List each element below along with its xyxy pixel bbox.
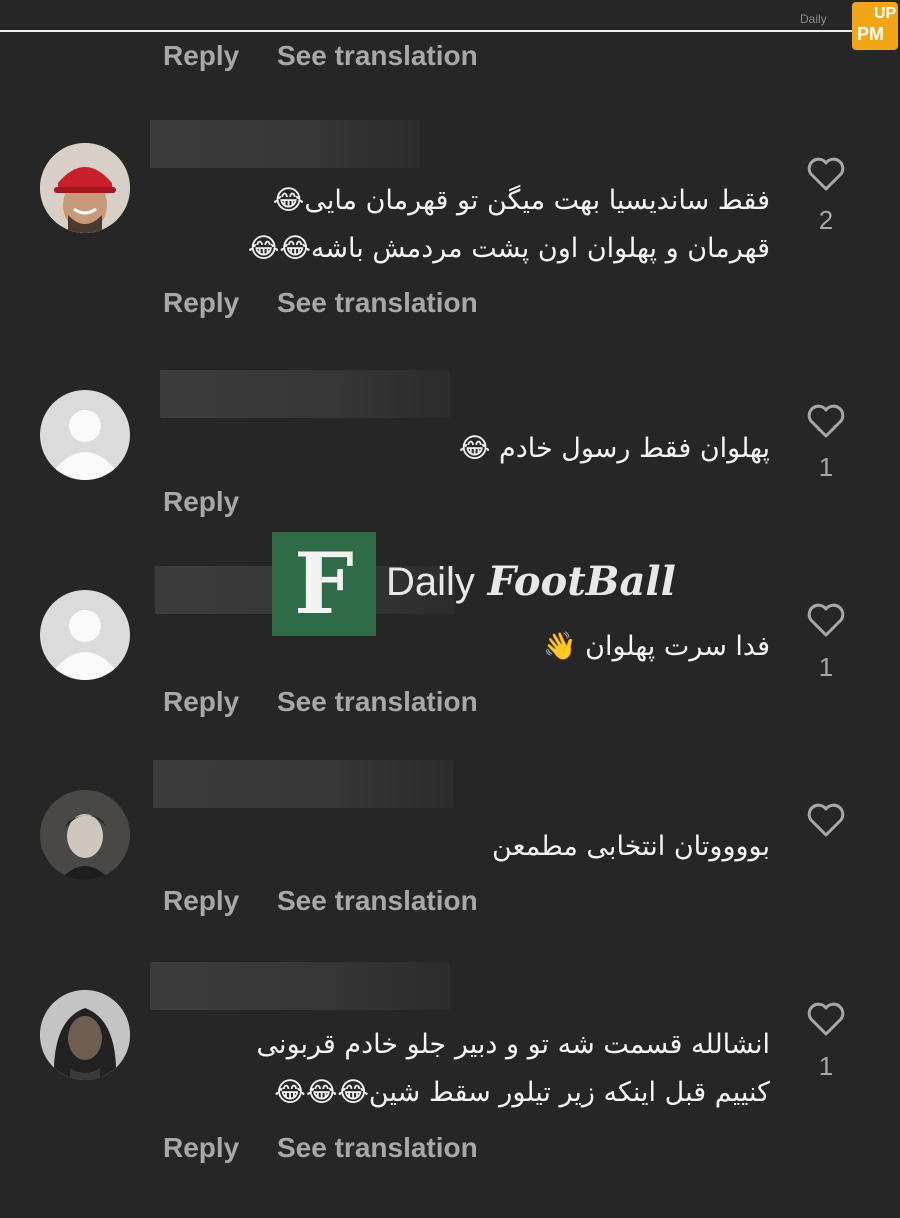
reply-button[interactable]: Reply <box>163 486 239 518</box>
reply-button[interactable]: Reply <box>163 885 239 917</box>
username-blurred[interactable] <box>150 962 450 1010</box>
daily-football-logo-mark: F <box>272 532 376 636</box>
like-count: 1 <box>818 1051 834 1081</box>
badge-bottom-text: PM <box>857 24 884 44</box>
comment-text-line: انشالله قسمت شه تو و دبیر جلو خادم قربون… <box>256 1029 770 1060</box>
reply-button[interactable]: Reply <box>163 287 239 319</box>
top-divider <box>0 30 860 32</box>
logo-letter: F <box>294 534 354 633</box>
avatar[interactable] <box>40 790 130 880</box>
avatar[interactable] <box>40 143 130 233</box>
heart-icon[interactable] <box>806 602 846 638</box>
reply-button[interactable]: Reply <box>163 1132 239 1164</box>
comment-text-line: فدا سرت پهلوان 👋 <box>542 631 770 662</box>
comment-text-line: پهلوان فقط رسول خادم 😂 <box>458 433 770 464</box>
daily-football-logo-text: Daily FootBall <box>386 558 676 605</box>
logo-word-football: FootBall <box>487 558 676 605</box>
reply-button[interactable]: Reply <box>163 40 239 72</box>
heart-icon[interactable] <box>806 1001 846 1037</box>
badge-top-text: UP <box>874 5 897 22</box>
see-translation-button[interactable]: See translation <box>277 287 478 319</box>
username-blurred[interactable] <box>153 760 453 808</box>
avatar[interactable] <box>40 990 130 1080</box>
like-count: 1 <box>818 652 834 682</box>
comment-text-line: فقط ساندیسیا بهت میگن تو قهرمان مایی😂 <box>272 185 770 216</box>
heart-icon[interactable] <box>806 403 846 439</box>
comment-text-line: قهرمان و پهلوان اون پشت مردمش باشه😂😂 <box>247 233 770 264</box>
comment-text-line: بووووتان انتخابی مطمعن <box>492 831 770 862</box>
avatar[interactable] <box>40 590 130 680</box>
see-translation-button[interactable]: See translation <box>277 1132 478 1164</box>
logo-word-daily: Daily <box>386 560 475 604</box>
reply-button[interactable]: Reply <box>163 686 239 718</box>
username-blurred[interactable] <box>150 120 420 168</box>
username-blurred[interactable] <box>160 370 450 418</box>
like-count: 2 <box>818 205 834 235</box>
see-translation-button[interactable]: See translation <box>277 40 478 72</box>
upm-logo: UP PM <box>852 2 898 50</box>
comment-text-line: کنییم قبل اینکه زیر تیلور سقط شین😂😂😂 <box>274 1077 770 1108</box>
see-translation-button[interactable]: See translation <box>277 686 478 718</box>
like-count: 1 <box>818 452 834 482</box>
heart-icon[interactable] <box>806 802 846 838</box>
avatar[interactable] <box>40 390 130 480</box>
see-translation-button[interactable]: See translation <box>277 885 478 917</box>
heart-icon[interactable] <box>806 156 846 192</box>
watermark-text: Daily <box>800 12 827 26</box>
